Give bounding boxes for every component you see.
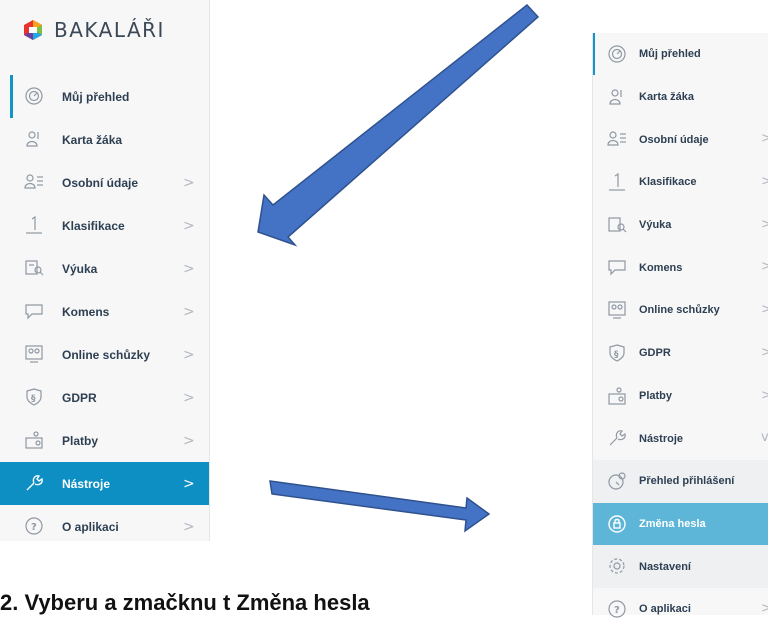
annotation-arrows: [257, 3, 540, 533]
arrow-down-left: [257, 3, 540, 247]
instruction-caption: 2. Vyberu a zmačknu t Změna hesla: [0, 590, 370, 615]
arrow-right: [269, 480, 491, 533]
